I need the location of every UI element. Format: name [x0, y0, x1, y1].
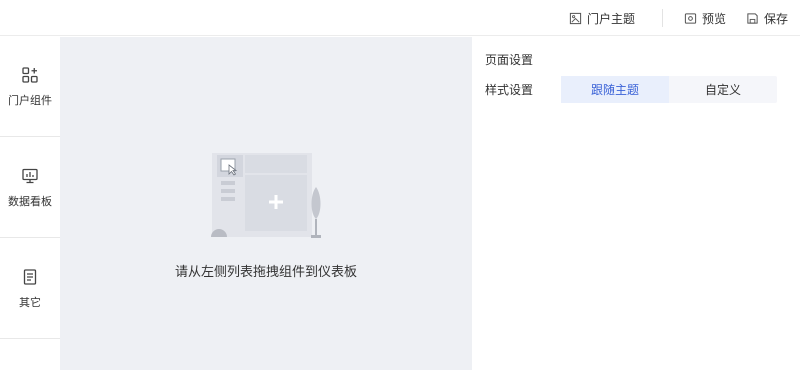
sidebar-item-label: 其它 — [19, 295, 41, 309]
sidebar-item-label: 门户组件 — [8, 93, 52, 107]
top-toolbar: 门户主题 预览 保存 — [0, 0, 800, 36]
dashboard-chart-icon — [22, 168, 38, 183]
document-icon — [23, 268, 37, 285]
toolbar-divider — [662, 9, 663, 27]
portal-theme-button[interactable]: 门户主题 — [569, 0, 635, 36]
widgets-icon — [22, 66, 38, 83]
empty-state-message: 请从左侧列表拖拽组件到仪表板 — [174, 265, 357, 280]
page-settings-title: 页面设置 — [485, 53, 534, 67]
save-button[interactable]: 保存 — [746, 0, 788, 36]
style-option-toggle: 跟随主题 自定义 — [561, 76, 777, 103]
dashboard-canvas[interactable]: 请从左侧列表拖拽组件到仪表板 — [60, 37, 472, 370]
save-disk-icon — [747, 12, 758, 24]
sidebar-item-data-dashboard[interactable]: 数据看板 — [0, 138, 60, 238]
portal-theme-label: 门户主题 — [587, 11, 636, 26]
follow-theme-option[interactable]: 跟随主题 — [561, 76, 669, 103]
sidebar-item-portal-components[interactable]: 门户组件 — [0, 37, 60, 137]
style-settings-label: 样式设置 — [485, 83, 534, 97]
theme-image-icon — [569, 12, 582, 24]
save-label: 保存 — [764, 11, 789, 26]
sidebar-item-label: 数据看板 — [8, 194, 52, 208]
component-sidebar: 门户组件 数据看板 其它 — [0, 37, 60, 370]
empty-dashboard-illustration — [211, 153, 321, 238]
preview-label: 预览 — [702, 11, 727, 26]
preview-eye-icon — [684, 12, 697, 24]
sidebar-item-other[interactable]: 其它 — [0, 239, 60, 339]
custom-option[interactable]: 自定义 — [669, 76, 777, 103]
preview-button[interactable]: 预览 — [684, 0, 726, 36]
page-settings-panel: 页面设置 样式设置 跟随主题 自定义 — [472, 37, 800, 370]
